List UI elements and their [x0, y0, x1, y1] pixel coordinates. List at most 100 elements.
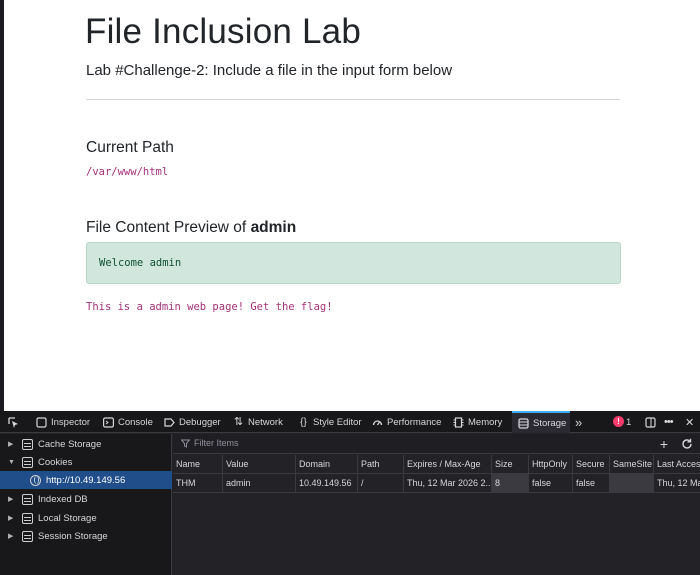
column-header-samesite[interactable]: SameSite	[610, 455, 654, 474]
storage-db-icon	[22, 493, 33, 505]
column-header-name[interactable]: Name	[173, 455, 223, 474]
dock-button[interactable]	[645, 411, 656, 433]
chevron-double-right-icon: »	[575, 414, 583, 430]
tree-item-session-storage[interactable]: ▶ Session Storage	[0, 527, 172, 545]
tab-style-editor-label: Style Editor	[313, 416, 362, 428]
tree-item-cookie-host[interactable]: http://10.49.149.56	[0, 471, 172, 489]
dock-side-icon	[645, 416, 656, 428]
devtools-panel: Inspector Console Debugger ⇅ Network {} …	[0, 411, 700, 575]
tree-item-label: Session Storage	[38, 530, 108, 542]
column-header-httponly[interactable]: HttpOnly	[529, 455, 573, 474]
element-picker-button[interactable]	[8, 411, 19, 433]
collapse-arrow-icon: ▼	[8, 458, 15, 466]
filter-bar: Filter Items +	[173, 434, 700, 454]
table-row[interactable]: THM admin 10.49.149.56 / Thu, 12 Mar 202…	[173, 474, 700, 493]
tab-inspector[interactable]: Inspector	[36, 411, 90, 433]
cell-name[interactable]: THM	[173, 474, 223, 493]
tab-console-label: Console	[118, 416, 153, 428]
cell-secure[interactable]: false	[573, 474, 610, 493]
tab-performance[interactable]: Performance	[372, 411, 441, 433]
flag-message: This is a admin web page! Get the flag!	[86, 301, 333, 313]
cell-path[interactable]: /	[358, 474, 404, 493]
close-devtools-button[interactable]: ✕	[685, 411, 694, 433]
tab-performance-label: Performance	[387, 416, 442, 428]
tree-item-local-storage[interactable]: ▶ Local Storage	[0, 509, 172, 527]
tab-memory[interactable]: Memory	[453, 411, 502, 433]
performance-icon	[372, 417, 383, 428]
tab-memory-label: Memory	[468, 416, 503, 428]
preview-heading-name: admin	[250, 219, 297, 236]
add-item-button[interactable]: +	[655, 435, 673, 453]
storage-db-icon	[22, 456, 33, 468]
cell-value[interactable]: admin	[223, 474, 296, 493]
tab-inspector-label: Inspector	[51, 416, 91, 428]
cell-expires[interactable]: Thu, 12 Mar 2026 2...	[404, 474, 492, 493]
storage-db-icon	[22, 438, 33, 450]
storage-db-icon	[22, 512, 33, 524]
filter-items-input[interactable]: Filter Items	[181, 438, 239, 448]
window-edge	[0, 0, 4, 411]
cell-size[interactable]: 8	[492, 474, 529, 493]
tree-item-indexed-db[interactable]: ▶ Indexed DB	[0, 490, 172, 508]
column-header-value[interactable]: Value	[223, 455, 296, 474]
current-path-heading: Current Path	[86, 139, 174, 156]
tree-item-cache-storage[interactable]: ▶ Cache Storage	[0, 435, 172, 453]
page-title: File Inclusion Lab	[85, 12, 361, 51]
filter-placeholder: Filter Items	[194, 438, 239, 448]
globe-icon	[30, 474, 41, 486]
more-tabs-button[interactable]: »	[575, 411, 582, 433]
refresh-button[interactable]	[678, 435, 696, 453]
error-icon[interactable]: !	[613, 416, 624, 427]
expand-arrow-icon: ▶	[8, 441, 14, 448]
column-header-path[interactable]: Path	[358, 455, 404, 474]
style-editor-icon: {}	[300, 416, 307, 428]
divider	[86, 99, 620, 100]
error-count[interactable]: 1	[626, 411, 631, 433]
tab-storage[interactable]: Storage	[512, 411, 570, 433]
tab-style-editor[interactable]: {} Style Editor	[298, 411, 362, 433]
file-preview-box: Welcome admin	[86, 242, 621, 284]
inspector-icon	[36, 416, 47, 428]
storage-icon	[518, 417, 529, 429]
cell-samesite[interactable]	[610, 474, 654, 493]
page-subtitle: Lab #Challenge-2: Include a file in the …	[86, 62, 453, 79]
options-menu-button[interactable]: •••	[664, 411, 674, 433]
storage-tree: ▶ Cache Storage ▼ Cookies http://10.49.1…	[0, 434, 172, 575]
expand-arrow-icon: ▶	[8, 496, 14, 503]
tab-network[interactable]: ⇅ Network	[233, 411, 283, 433]
column-header-expires[interactable]: Expires / Max-Age	[404, 455, 492, 474]
plus-icon: +	[659, 436, 669, 452]
file-preview-content: Welcome admin	[99, 257, 182, 269]
console-icon	[103, 416, 114, 428]
column-header-secure[interactable]: Secure	[573, 455, 610, 474]
tree-item-label: Cookies	[38, 456, 73, 468]
cookies-table-panel: Filter Items + Name Value Domain Path Ex…	[173, 434, 700, 575]
tab-console[interactable]: Console	[103, 411, 153, 433]
tab-network-label: Network	[248, 416, 283, 428]
close-icon: ✕	[685, 416, 695, 429]
column-header-last-access[interactable]: Last Access	[654, 455, 700, 474]
storage-db-icon	[22, 530, 33, 542]
preview-heading-prefix: File Content Preview of	[86, 219, 247, 236]
devtools-toolbar: Inspector Console Debugger ⇅ Network {} …	[0, 411, 700, 433]
cell-domain[interactable]: 10.49.149.56	[296, 474, 358, 493]
column-header-size[interactable]: Size	[492, 455, 529, 474]
more-options-icon: •••	[664, 416, 674, 428]
cell-last-access[interactable]: Thu, 12 Mar	[654, 474, 700, 493]
tree-item-label: Cache Storage	[38, 438, 102, 450]
tab-debugger-label: Debugger	[179, 416, 221, 428]
element-picker-icon	[8, 416, 19, 428]
tree-item-label: Local Storage	[38, 512, 97, 524]
refresh-icon	[682, 438, 692, 449]
tree-item-cookies[interactable]: ▼ Cookies	[0, 453, 172, 471]
memory-icon	[453, 416, 464, 428]
cell-httponly[interactable]: false	[529, 474, 573, 493]
expand-arrow-icon: ▶	[8, 533, 14, 540]
expand-arrow-icon: ▶	[8, 515, 14, 522]
tab-storage-label: Storage	[533, 417, 567, 429]
preview-heading: File Content Preview of admin	[86, 219, 296, 237]
column-header-domain[interactable]: Domain	[296, 455, 358, 474]
debugger-icon	[164, 417, 175, 428]
tab-debugger[interactable]: Debugger	[164, 411, 221, 433]
web-page: File Inclusion Lab Lab #Challenge-2: Inc…	[0, 0, 700, 411]
